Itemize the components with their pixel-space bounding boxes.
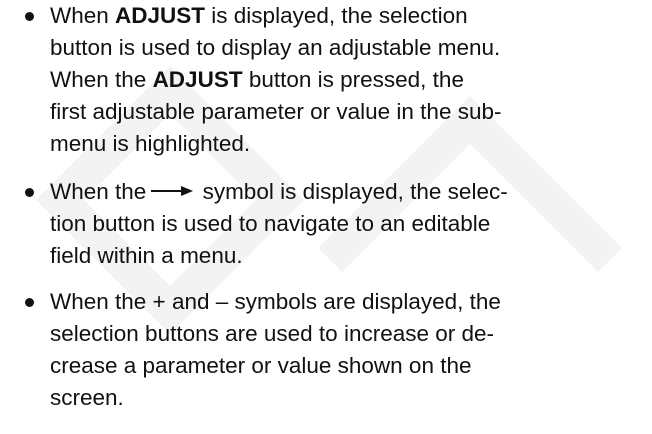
text-segment: When the — [50, 67, 153, 92]
bullet-text: When the symbol is displayed, the selec-… — [50, 176, 640, 272]
text-segment: is displayed, the selection — [205, 3, 468, 28]
bullet-dot — [25, 298, 34, 307]
bullet-dot — [25, 12, 34, 21]
text-line: field within a menu. — [50, 243, 243, 268]
text-line: menu is highlighted. — [50, 131, 251, 156]
bullet-text: When the + and – symbols are displayed, … — [50, 286, 640, 414]
adjust-keyword: ADJUST — [115, 3, 206, 28]
bullet-text: When ADJUST is displayed, the selection … — [50, 0, 640, 160]
text-line: button is used to display an adjustable … — [50, 35, 501, 60]
text-line: selection buttons are used to increase o… — [50, 321, 495, 346]
text-line: When the symbol is displayed, the selec- — [50, 176, 640, 208]
text-segment: When — [50, 3, 116, 28]
text-line: When the + and – symbols are displayed, … — [50, 289, 501, 314]
bullet-dot — [25, 188, 34, 197]
text-line: tion button is used to navigate to an ed… — [50, 211, 491, 236]
instruction-page: When ADJUST is displayed, the selection … — [0, 0, 652, 434]
text-segment: symbol is displayed, the selec- — [196, 179, 508, 204]
text-line: When ADJUST is displayed, the selection — [50, 0, 640, 32]
text-segment: button is pressed, the — [242, 67, 464, 92]
text-segment: When the — [50, 179, 147, 204]
text-line: first adjustable parameter or value in t… — [50, 99, 502, 124]
adjust-keyword: ADJUST — [152, 67, 243, 92]
text-line: screen. — [50, 385, 124, 410]
right-arrow-icon — [151, 186, 194, 197]
text-line: When the ADJUST button is pressed, the — [50, 64, 640, 96]
text-line: crease a parameter or value shown on the — [50, 353, 472, 378]
